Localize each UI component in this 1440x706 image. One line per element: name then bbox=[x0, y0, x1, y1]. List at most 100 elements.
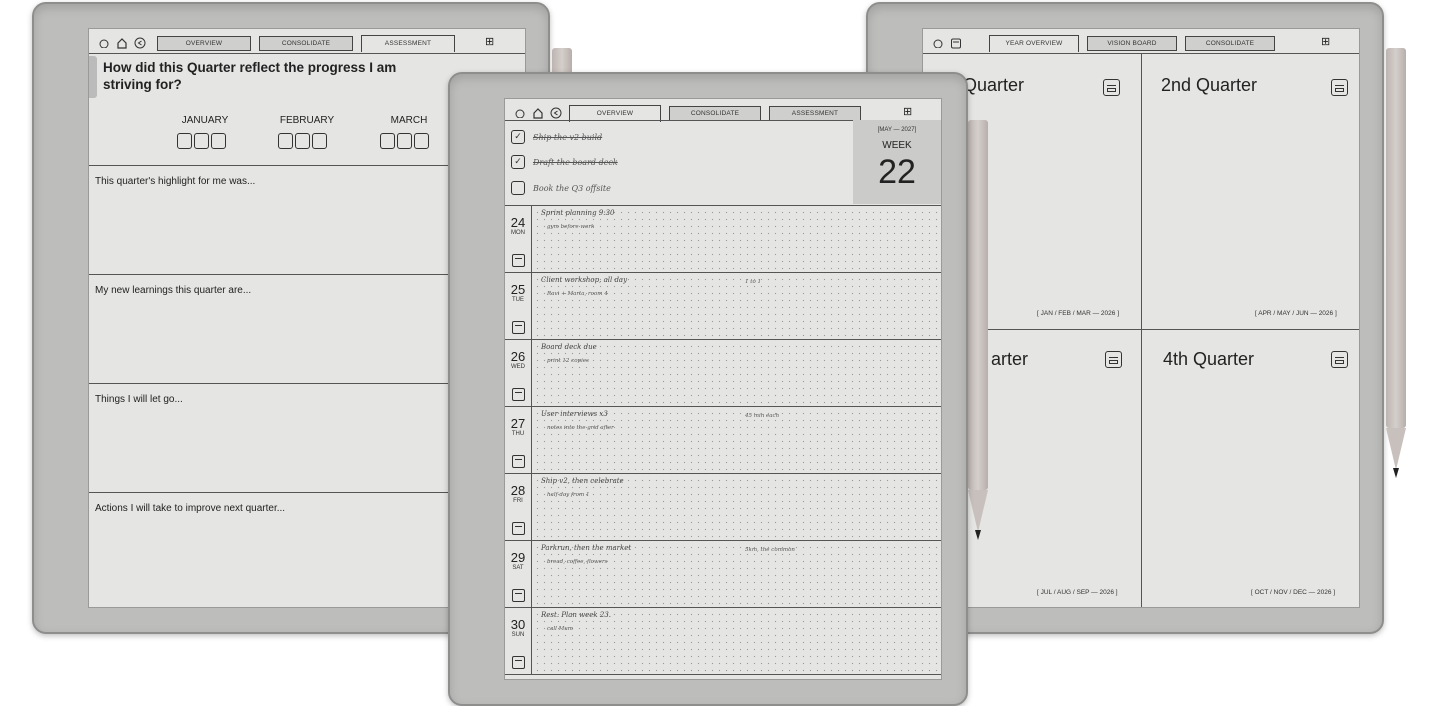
center-tablet: OVERVIEW CONSOLIDATE ASSESSMENT ⊞ ✓ Ship … bbox=[448, 72, 968, 706]
q1-calendar-icon[interactable] bbox=[1103, 79, 1120, 96]
back-icon[interactable] bbox=[133, 36, 147, 50]
handwritten-note: User interviews x3 bbox=[541, 410, 608, 418]
day-name: SAT bbox=[512, 565, 524, 571]
q4-title: 4th Quarter bbox=[1163, 349, 1255, 369]
handwritten-note: Rest. Plan week 23. bbox=[541, 611, 611, 619]
day-row[interactable]: 26 WED Board deck due print 12 copies bbox=[505, 339, 941, 407]
day-calendar-icon[interactable] bbox=[512, 254, 525, 267]
day-calendar-icon[interactable] bbox=[512, 455, 525, 468]
checkbox-checked-icon[interactable]: ✓ bbox=[511, 130, 525, 144]
january-rating-boxes[interactable] bbox=[177, 133, 226, 149]
pen-status-icon[interactable] bbox=[931, 36, 945, 50]
day-calendar-icon[interactable] bbox=[512, 522, 525, 535]
day-number: 24 bbox=[510, 215, 526, 230]
tab-year-overview[interactable]: YEAR OVERVIEW bbox=[989, 34, 1079, 52]
day-label: 27 THU bbox=[505, 407, 532, 474]
tab-overview[interactable]: OVERVIEW bbox=[569, 104, 661, 122]
day-number: 28 bbox=[510, 483, 526, 498]
let-go-section[interactable]: Things I will let go... bbox=[89, 383, 489, 493]
day-label: 24 MON bbox=[505, 206, 532, 273]
let-go-prompt: Things I will let go... bbox=[95, 394, 183, 405]
task-item[interactable]: ✓ Ship the v2 build bbox=[511, 130, 602, 144]
tab-consolidate[interactable]: CONSOLIDATE bbox=[1185, 35, 1275, 51]
q2-range: [ APR / MAY / JUN — 2026 ] bbox=[1255, 310, 1337, 317]
highlight-prompt: This quarter's highlight for me was... bbox=[95, 176, 256, 187]
day-row[interactable]: 27 THU User interviews x3 notes into the gr… bbox=[505, 406, 941, 474]
day-label: 28 FRI bbox=[505, 474, 532, 541]
handwritten-note: Parkrun, then the market bbox=[541, 544, 632, 552]
handwritten-note: 45 min each bbox=[745, 413, 780, 419]
assessment-question: How did this Quarter reflect the progres… bbox=[103, 60, 397, 92]
grid-menu-icon[interactable]: ⊞ bbox=[1321, 35, 1330, 48]
day-name: MON bbox=[511, 230, 525, 236]
task-text: Ship the v2 build bbox=[533, 132, 603, 142]
learnings-section[interactable]: My new learnings this quarter are... bbox=[89, 274, 489, 384]
q4-calendar-icon[interactable] bbox=[1331, 351, 1348, 368]
home-icon[interactable] bbox=[115, 36, 129, 50]
handwritten-note: print 12 copies bbox=[547, 358, 589, 364]
february-rating-boxes[interactable] bbox=[278, 133, 327, 149]
handwritten-note: Sprint planning 9:30 bbox=[541, 209, 615, 217]
day-row[interactable]: 25 TUE Client workshop, all day Ravi + Mart… bbox=[505, 272, 941, 340]
highlight-section[interactable]: This quarter's highlight for me was... bbox=[89, 165, 489, 275]
grid-menu-icon[interactable]: ⊞ bbox=[903, 105, 912, 118]
handwritten-note: 1 to 1 bbox=[745, 279, 762, 285]
q3-range: [ JUL / AUG / SEP — 2026 ] bbox=[1037, 589, 1118, 596]
day-calendar-icon[interactable] bbox=[512, 321, 525, 334]
day-label: 29 SAT bbox=[505, 541, 532, 608]
grid-menu-icon[interactable]: ⊞ bbox=[485, 35, 494, 48]
right-stylus bbox=[1386, 48, 1406, 478]
learnings-prompt: My new learnings this quarter are... bbox=[95, 285, 252, 296]
day-calendar-icon[interactable] bbox=[512, 656, 525, 669]
left-toolbar: OVERVIEW CONSOLIDATE ASSESSMENT bbox=[97, 31, 525, 55]
day-row[interactable]: 30 SUN Rest. Plan week 23. call Mum bbox=[505, 607, 941, 675]
week-label: WEEK bbox=[882, 140, 912, 151]
march-rating-boxes[interactable] bbox=[380, 133, 429, 149]
day-row[interactable]: 28 FRI Ship v2, then celebrate half day fro… bbox=[505, 473, 941, 541]
calendar-icon[interactable] bbox=[949, 36, 963, 50]
handwritten-note: Client workshop, all day bbox=[541, 276, 628, 284]
pen-status-icon[interactable] bbox=[513, 106, 527, 120]
day-label: 25 TUE bbox=[505, 273, 532, 340]
day-calendar-icon[interactable] bbox=[512, 589, 525, 602]
back-icon[interactable] bbox=[549, 106, 563, 120]
tab-vision-board[interactable]: VISION BOARD bbox=[1087, 35, 1177, 51]
day-label: 30 SUN bbox=[505, 608, 532, 675]
handwritten-note: Board deck due bbox=[541, 343, 597, 351]
checkbox-empty-icon[interactable] bbox=[511, 181, 525, 195]
month-march: MARCH bbox=[390, 115, 428, 126]
day-number: 27 bbox=[510, 416, 526, 431]
day-number: 25 bbox=[510, 282, 526, 297]
day-name: TUE bbox=[512, 297, 524, 303]
day-row[interactable]: 24 MON Sprint planning 9:30 gym before work bbox=[505, 205, 941, 273]
handwritten-note: 5km, the common bbox=[745, 547, 795, 553]
week-indicator: [MAY — 2027] WEEK 22 bbox=[853, 120, 941, 204]
checkbox-checked-icon[interactable]: ✓ bbox=[511, 155, 525, 169]
task-item[interactable]: Book the Q3 offsite bbox=[511, 181, 611, 195]
day-number: 26 bbox=[510, 349, 526, 364]
day-number: 30 bbox=[510, 617, 526, 632]
tab-overview[interactable]: OVERVIEW bbox=[157, 35, 251, 51]
home-icon[interactable] bbox=[531, 106, 545, 120]
day-calendar-icon[interactable] bbox=[512, 388, 525, 401]
tab-consolidate[interactable]: CONSOLIDATE bbox=[259, 35, 353, 51]
pen-status-icon[interactable] bbox=[97, 36, 111, 50]
day-name: SUN bbox=[511, 632, 525, 638]
q2-calendar-icon[interactable] bbox=[1331, 79, 1348, 96]
day-row[interactable]: 29 SAT Parkrun, then the market bread, coff… bbox=[505, 540, 941, 608]
week-number: 22 bbox=[878, 153, 916, 191]
day-list-bottom-rule bbox=[505, 674, 941, 675]
handwritten-note: call Mum bbox=[547, 626, 574, 632]
task-text: Draft the board deck bbox=[533, 157, 618, 167]
handwritten-note: Ravi + Marta, room 4 bbox=[547, 291, 608, 297]
handwritten-note: gym before work bbox=[547, 224, 595, 230]
tab-assessment[interactable]: ASSESSMENT bbox=[361, 34, 455, 52]
task-item[interactable]: ✓ Draft the board deck bbox=[511, 155, 618, 169]
day-name: FRI bbox=[513, 498, 523, 504]
day-number: 29 bbox=[510, 550, 526, 565]
actions-section[interactable]: Actions I will take to improve next quar… bbox=[89, 492, 489, 604]
q3-calendar-icon[interactable] bbox=[1105, 351, 1122, 368]
tab-consolidate[interactable]: CONSOLIDATE bbox=[669, 105, 761, 121]
tab-assessment[interactable]: ASSESSMENT bbox=[769, 105, 861, 121]
q3-title: arter bbox=[991, 349, 1029, 369]
